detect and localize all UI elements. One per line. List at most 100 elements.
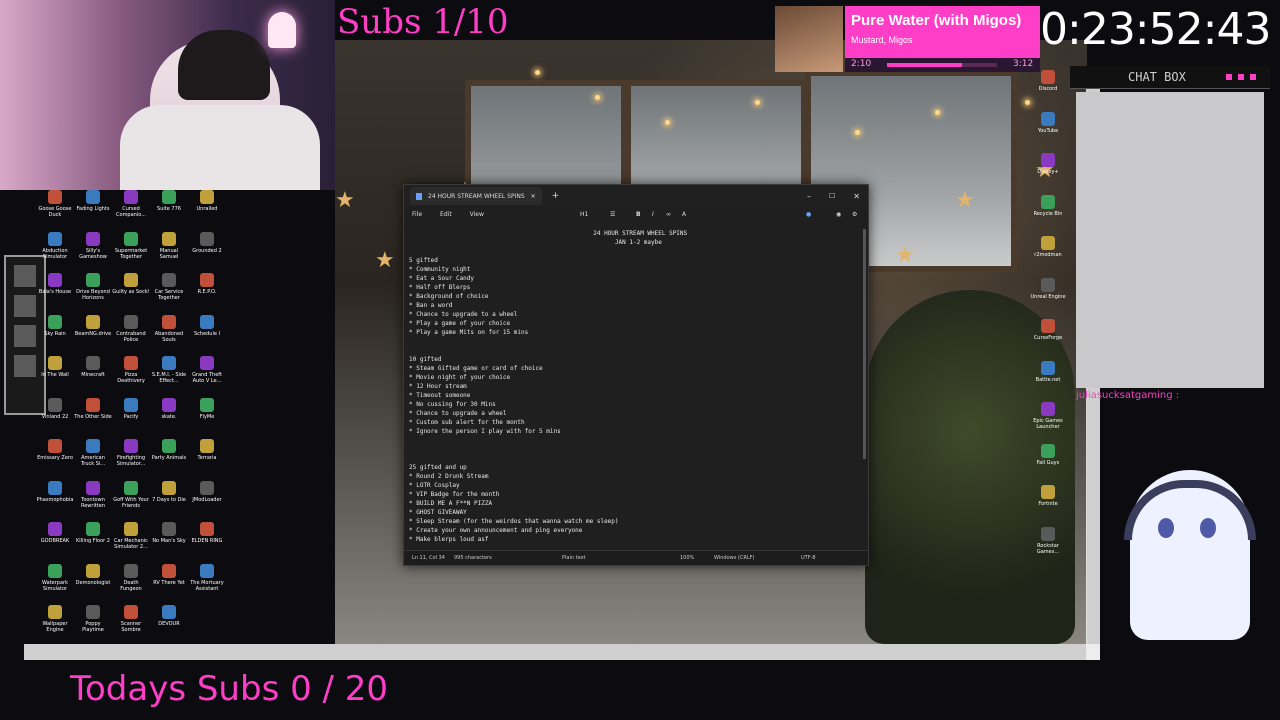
new-tab-icon[interactable]: + xyxy=(552,191,560,201)
bold-icon[interactable]: B xyxy=(636,211,641,218)
desktop-shortcut[interactable]: Minecraft xyxy=(74,356,112,396)
clear-format-icon[interactable]: A xyxy=(682,211,686,218)
desktop-shortcut[interactable]: Terraria xyxy=(188,439,226,479)
ghost-mascot xyxy=(1124,470,1256,640)
desktop-shortcut[interactable]: Abandoned Souls xyxy=(150,314,188,355)
desktop-shortcut[interactable]: The Other Side xyxy=(74,397,112,438)
tab-document[interactable]: 24 HOUR STREAM WHEEL SPINS ✕ xyxy=(410,187,542,205)
settings-icon[interactable]: ⚙ xyxy=(852,211,857,218)
desktop-shortcut[interactable]: Wallpaper Engine xyxy=(36,605,74,645)
shortcut-label: skate. xyxy=(161,413,177,420)
desktop-shortcut[interactable]: Silly's Gameshow xyxy=(74,231,112,272)
list-icon[interactable]: ☰ xyxy=(610,211,615,218)
desktop-shortcut[interactable]: The Mortuary Assistant xyxy=(188,563,226,604)
desktop-shortcut[interactable]: Firefighting Simulator... xyxy=(112,439,150,479)
desktop-shortcut[interactable]: Contraband Police xyxy=(112,314,150,355)
desktop-shortcut[interactable]: r2modman xyxy=(1028,236,1068,258)
desktop-shortcut[interactable]: Car Service Together xyxy=(150,273,188,313)
desktop-shortcut[interactable]: JModLoader xyxy=(188,480,226,521)
desktop-shortcut[interactable]: Epic Games Launcher xyxy=(1028,402,1068,430)
desktop-shortcut[interactable]: skate. xyxy=(150,397,188,438)
desktop-shortcut[interactable]: Disney+ xyxy=(1028,153,1068,175)
desktop-shortcut[interactable]: Supermarket Together xyxy=(112,231,150,272)
scrollbar[interactable] xyxy=(863,229,866,459)
shortcut-label: Emissary Zero xyxy=(37,455,73,461)
link-icon[interactable]: ∞ xyxy=(666,211,671,218)
desktop-shortcut[interactable]: Fading Lights xyxy=(74,190,112,230)
encoding: UTF-8 xyxy=(801,555,816,561)
desktop-shortcut[interactable]: Guilty as Sock! xyxy=(112,273,150,313)
desktop-shortcut[interactable]: Discord xyxy=(1028,70,1068,92)
shortcut-label: Phasmophobia xyxy=(36,496,74,503)
desktop-shortcut[interactable]: RV There Yet xyxy=(150,563,188,604)
desktop-shortcut[interactable]: Recycle Bin xyxy=(1028,194,1068,217)
desktop-shortcut[interactable]: Manual Samuel xyxy=(150,231,188,272)
desktop-shortcut[interactable]: Car Mechanic Simulator 2... xyxy=(112,522,150,562)
desktop-shortcut[interactable]: FlyMe xyxy=(188,397,226,438)
shortcut-label: Demonologist xyxy=(75,579,111,586)
desktop-shortcut[interactable]: Fall Guys xyxy=(1028,443,1068,466)
desktop-shortcut[interactable]: 7 Days to Die xyxy=(150,480,188,521)
desktop-shortcut[interactable]: Pizza Deathivery xyxy=(112,356,150,396)
app-icon xyxy=(124,231,138,246)
desktop-shortcut[interactable]: R.E.P.O. xyxy=(188,273,226,313)
desktop-shortcut[interactable]: Fortnite xyxy=(1028,485,1068,507)
desktop-shortcut[interactable]: Unrailed xyxy=(188,190,226,230)
desktop-shortcut[interactable]: Cursed Companio... xyxy=(112,190,150,230)
desktop-shortcut[interactable]: CurseForge xyxy=(1028,319,1068,341)
shortcut-label: Poppy Playtime xyxy=(82,621,104,633)
desktop-shortcut[interactable]: Bala's House xyxy=(36,273,74,313)
menu-file[interactable]: File xyxy=(412,211,422,218)
desktop-shortcut[interactable]: Goose Goose Duck xyxy=(36,190,74,230)
desktop-shortcut[interactable]: Poppy Playtime xyxy=(74,605,112,645)
maximize-icon[interactable]: ☐ xyxy=(829,192,835,200)
desktop-shortcut[interactable]: Rockstar Games... xyxy=(1028,526,1068,555)
desktop-shortcut[interactable]: GODBREAK xyxy=(36,522,74,562)
close-window-icon[interactable]: ✕ xyxy=(853,192,860,201)
desktop-shortcut[interactable]: Battle.net xyxy=(1028,360,1068,383)
app-icon xyxy=(200,314,214,329)
track-info-box: Pure Water (with Migos) Mustard, Migos xyxy=(845,6,1040,58)
menu-edit[interactable]: Edit xyxy=(440,211,452,218)
copilot-icon[interactable]: ● xyxy=(806,211,811,218)
desktop-shortcut[interactable]: S.E.M.I. - Side Effect... xyxy=(150,356,188,396)
desktop-shortcut[interactable]: Death Fungeon xyxy=(112,563,150,604)
desktop-shortcut[interactable]: ELDEN RING xyxy=(188,522,226,562)
app-icon xyxy=(200,522,214,536)
notepad-text-area[interactable]: 24 HOUR STREAM WHEEL SPINS JAN 1-2 maybe… xyxy=(409,229,859,547)
desktop-shortcut[interactable]: DEVOUR xyxy=(150,605,188,645)
menu-view[interactable]: View xyxy=(470,211,484,218)
desktop-shortcut[interactable]: Waterpark Simulator xyxy=(36,563,74,604)
shortcut-label: GODBREAK xyxy=(40,538,70,544)
desktop-shortcut[interactable]: Vinland 22 xyxy=(36,397,74,438)
app-icon xyxy=(200,439,214,453)
desktop-shortcut[interactable]: Goff With Your Friends xyxy=(112,480,150,521)
desktop-shortcut[interactable]: BeamNG.drive xyxy=(74,314,112,355)
desktop-shortcut[interactable]: YouTube xyxy=(1028,111,1068,134)
desktop-shortcut[interactable]: Drive Beyond Horizons xyxy=(74,273,112,313)
desktop-shortcut[interactable]: Scanner Sombre xyxy=(112,605,150,645)
desktop-shortcut[interactable]: Toontown Rewritten xyxy=(74,480,112,521)
heading-dropdown[interactable]: H1 xyxy=(580,211,588,218)
desktop-shortcut[interactable]: Grand Theft Auto V Le... xyxy=(188,356,226,396)
desktop-shortcut[interactable]: Killing Floor 2 xyxy=(74,522,112,562)
close-tab-icon[interactable]: ✕ xyxy=(531,193,536,200)
italic-icon[interactable]: I xyxy=(652,211,654,218)
desktop-shortcut[interactable]: Suite 776 xyxy=(150,190,188,230)
desktop-shortcut[interactable]: Schedule I xyxy=(188,314,226,355)
account-icon[interactable]: ◉ xyxy=(836,211,841,218)
minimize-icon[interactable]: – xyxy=(807,192,811,201)
desktop-shortcut[interactable]: American Truck Si... xyxy=(74,439,112,479)
desktop-shortcut[interactable]: Sky Rain xyxy=(36,314,74,355)
desktop-shortcut[interactable]: Phasmophobia xyxy=(36,480,74,521)
desktop-shortcut[interactable]: Pacify xyxy=(112,397,150,438)
desktop-shortcut[interactable]: Party Animals xyxy=(150,439,188,479)
desktop-shortcut[interactable]: Demonologist xyxy=(74,563,112,604)
desktop-shortcut[interactable]: In The Wall xyxy=(36,356,74,396)
desktop-shortcut[interactable]: Unreal Engine xyxy=(1028,277,1068,300)
desktop-shortcut[interactable]: Grounded 2 xyxy=(188,231,226,272)
desktop-shortcut[interactable]: Abduction Simulator xyxy=(36,231,74,272)
desktop-shortcut[interactable]: No Man's Sky xyxy=(150,522,188,562)
desktop-shortcut[interactable]: Emissary Zero xyxy=(36,439,74,479)
streamer-cap xyxy=(178,30,270,100)
